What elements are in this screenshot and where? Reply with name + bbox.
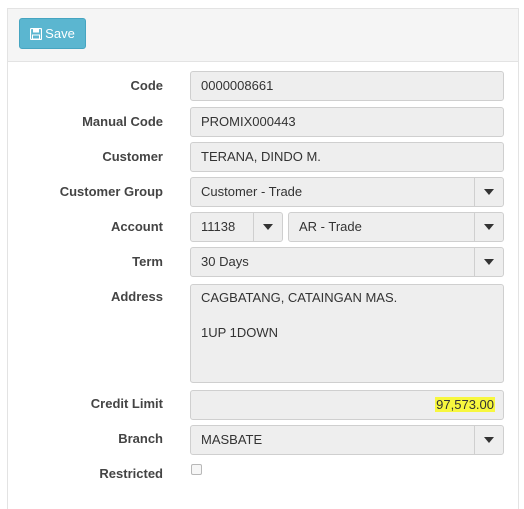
code-label: Code — [130, 78, 164, 93]
address-label: Address — [110, 289, 163, 304]
term-value: 30 Days — [201, 254, 249, 269]
floppy-disk-icon — [30, 27, 43, 40]
credit-limit-label: Credit Limit — [90, 396, 163, 411]
manual-code-label: Manual Code — [82, 114, 163, 129]
term-select[interactable]: 30 Days — [190, 247, 504, 277]
branch-value: MASBATE — [201, 432, 263, 447]
manual-code-field[interactable]: PROMIX000443 — [190, 107, 504, 137]
customer-group-value: Customer - Trade — [201, 184, 303, 199]
address-line-2: 1UP 1DOWN — [201, 325, 279, 340]
chevron-down-icon[interactable] — [474, 248, 503, 276]
chevron-down-icon[interactable] — [474, 426, 503, 454]
credit-limit-value: 97,573.00 — [435, 397, 495, 412]
address-textarea[interactable]: CAGBATANG, CATAINGAN MAS. 1UP 1DOWN — [190, 284, 504, 383]
code-field[interactable]: 0000008661 — [190, 71, 504, 101]
restricted-checkbox[interactable] — [191, 464, 202, 475]
customer-label: Customer — [102, 149, 163, 164]
account-label: Account — [111, 219, 163, 234]
account-name-select[interactable]: AR - Trade — [288, 212, 504, 242]
save-button[interactable]: Save — [19, 18, 86, 49]
customer-group-label: Customer Group — [59, 184, 163, 199]
chevron-down-icon[interactable] — [474, 213, 503, 241]
account-name-value: AR - Trade — [299, 219, 362, 234]
branch-select[interactable]: MASBATE — [190, 425, 504, 455]
address-line-1: CAGBATANG, CATAINGAN MAS. — [201, 290, 398, 305]
save-button-label: Save — [45, 26, 75, 41]
branch-label: Branch — [118, 431, 163, 446]
toolbar: Save — [8, 9, 518, 62]
term-label: Term — [132, 254, 163, 269]
chevron-down-icon[interactable] — [474, 178, 503, 206]
restricted-label: Restricted — [99, 466, 163, 481]
customer-field[interactable]: TERANA, DINDO M. — [190, 142, 504, 172]
account-number-value: 11138 — [201, 219, 236, 234]
chevron-down-icon[interactable] — [253, 213, 282, 241]
account-number-select[interactable]: 11138 — [190, 212, 283, 242]
credit-limit-field[interactable]: 97,573.00 — [190, 390, 504, 420]
customer-group-select[interactable]: Customer - Trade — [190, 177, 504, 207]
